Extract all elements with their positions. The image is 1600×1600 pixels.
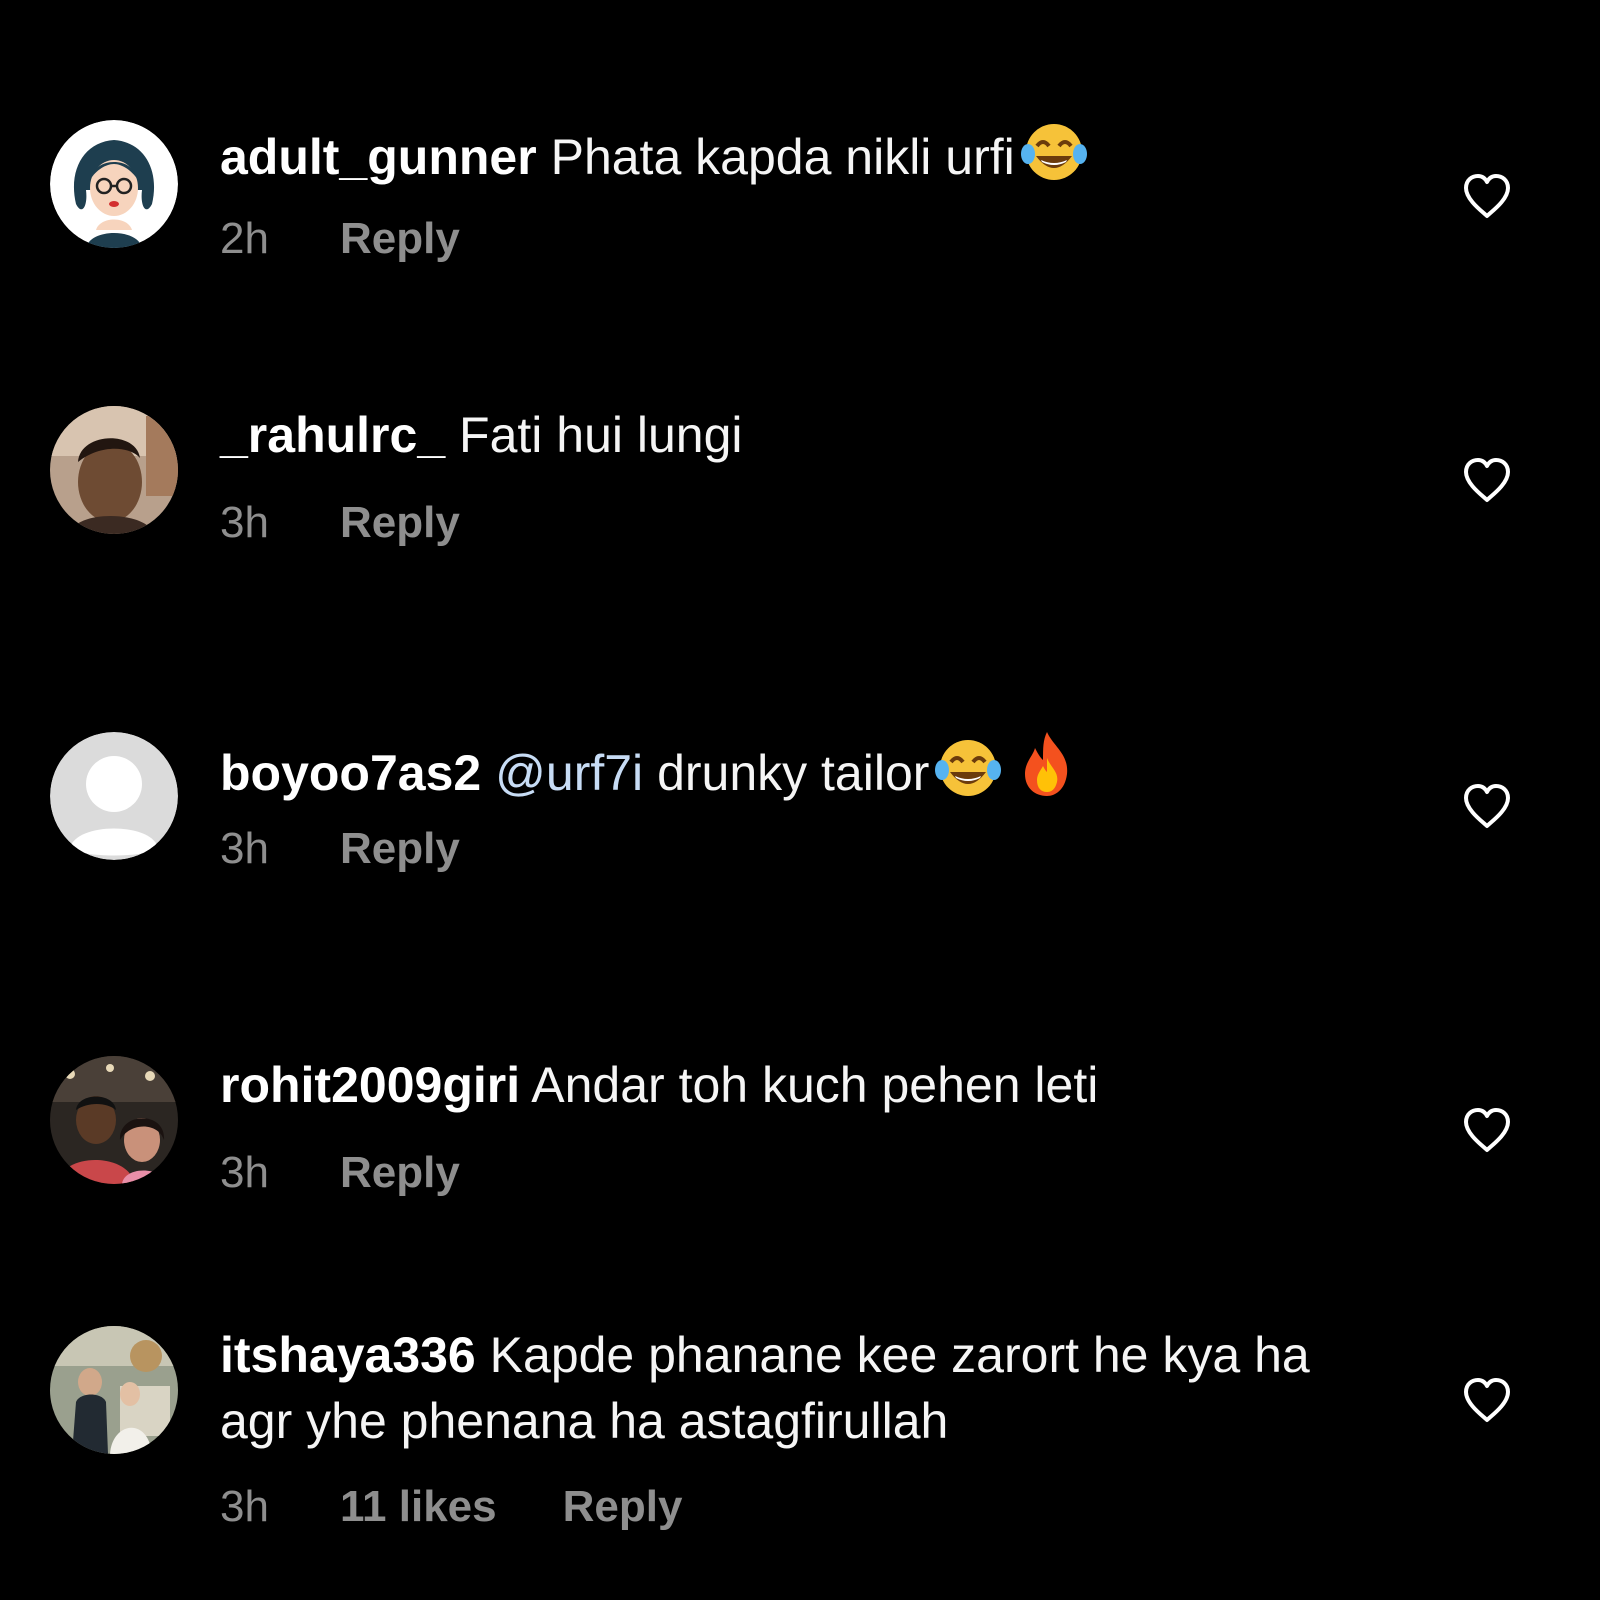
likes-count[interactable]: 11 likes [340, 1482, 497, 1532]
comment-username[interactable]: itshaya336 [220, 1327, 476, 1383]
comment-username[interactable]: adult_gunner [220, 129, 537, 185]
like-heart-icon[interactable] [1462, 456, 1512, 504]
comment-text: boyoo7as2 @urf7i drunky tailor [220, 728, 1370, 814]
cartoon-woman-avatar-icon [50, 120, 178, 248]
comment-text: itshaya336 Kapde phanane kee zarort he k… [220, 1322, 1370, 1454]
like-heart-icon[interactable] [1462, 782, 1512, 830]
avatar[interactable] [50, 120, 178, 248]
comment-message: Phata kapda nikli urfi [550, 129, 1015, 185]
comment-text: rohit2009giri Andar toh kuch pehen leti [220, 1052, 1370, 1118]
avatar[interactable] [50, 1056, 178, 1184]
comment-meta: 3h Reply [220, 498, 460, 548]
like-heart-icon[interactable] [1462, 1106, 1512, 1154]
avatar[interactable] [50, 406, 178, 534]
reply-button[interactable]: Reply [340, 824, 460, 874]
comment-username[interactable]: _rahulrc_ [220, 407, 445, 463]
comment-time: 3h [220, 1148, 269, 1197]
reply-button[interactable]: Reply [340, 498, 460, 548]
comment-text: _rahulrc_ Fati hui lungi [220, 402, 1370, 468]
comment-message: Andar toh kuch pehen leti [531, 1057, 1099, 1113]
comment-time: 3h [220, 498, 269, 547]
comment-time: 2h [220, 214, 269, 263]
comment-meta: 3h Reply [220, 824, 460, 874]
laughing-tears-emoji-icon [1019, 118, 1089, 198]
avatar[interactable] [50, 1326, 178, 1454]
default-user-avatar-icon [50, 732, 178, 860]
comment-meta: 3h Reply [220, 1148, 460, 1198]
couple-photo-avatar-icon [50, 1056, 178, 1184]
man-photo-avatar-icon [50, 406, 178, 534]
avatar[interactable] [50, 732, 178, 860]
laughing-tears-emoji-icon [933, 734, 1003, 814]
fire-emoji-icon [1017, 728, 1077, 814]
comment-time: 3h [220, 1482, 269, 1531]
comment-meta: 3h 11 likes Reply [220, 1482, 682, 1532]
comment-time: 3h [220, 824, 269, 873]
comment-username[interactable]: boyoo7as2 [220, 745, 481, 801]
reply-button[interactable]: Reply [340, 214, 460, 264]
mention-link[interactable]: @urf7i [495, 745, 643, 801]
comment-message: drunky tailor [657, 745, 930, 801]
comment-meta: 2h Reply [220, 214, 460, 264]
comment-message: Fati hui lungi [459, 407, 743, 463]
reply-button[interactable]: Reply [340, 1148, 460, 1198]
wedding-photo-avatar-icon [50, 1326, 178, 1454]
like-heart-icon[interactable] [1462, 172, 1512, 220]
comment-username[interactable]: rohit2009giri [220, 1057, 520, 1113]
like-heart-icon[interactable] [1462, 1376, 1512, 1424]
reply-button[interactable]: Reply [563, 1482, 683, 1532]
comment-text: adult_gunner Phata kapda nikli urfi [220, 118, 1370, 198]
